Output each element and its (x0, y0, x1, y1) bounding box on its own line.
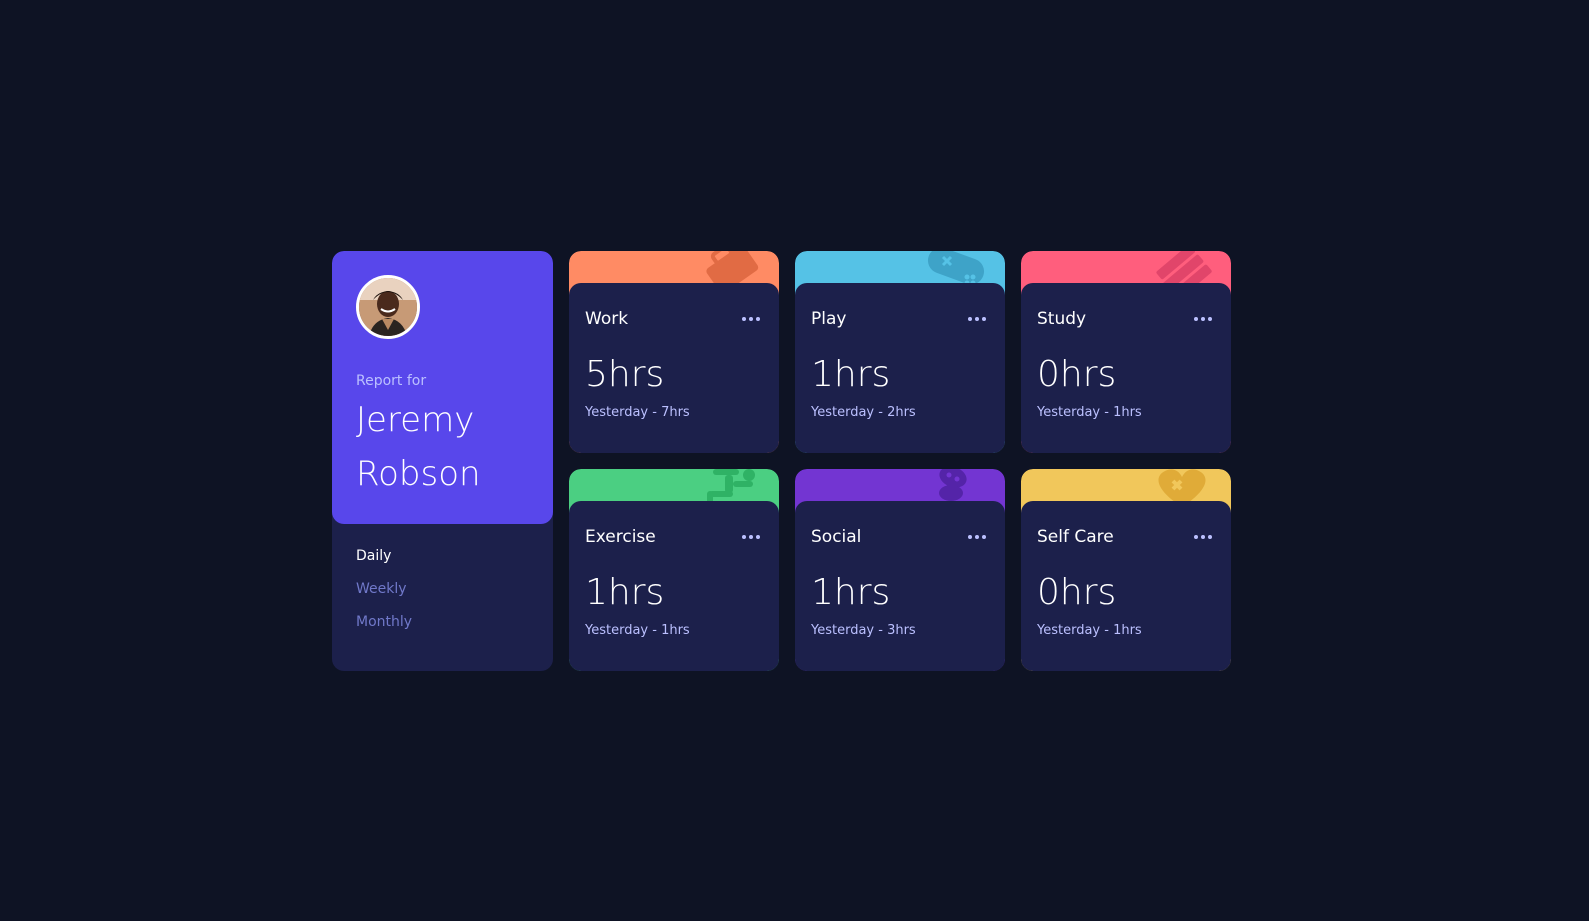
user-name: Jeremy Robson (356, 393, 526, 501)
period-weekly[interactable]: Weekly (356, 581, 529, 597)
card-exercise[interactable]: Exercise 1hrs Yesterday - 1hrs (569, 469, 779, 671)
card-social-body: Social 1hrs Yesterday - 3hrs (795, 501, 1005, 671)
user-first-name: Jeremy (356, 400, 475, 440)
previous-hours: Yesterday - 1hrs (1037, 623, 1142, 638)
report-for-label: Report for (356, 373, 427, 389)
card-exercise-body: Exercise 1hrs Yesterday - 1hrs (569, 501, 779, 671)
previous-hours: Yesterday - 7hrs (585, 405, 690, 420)
previous-hours: Yesterday - 1hrs (1037, 405, 1142, 420)
more-options-button[interactable] (968, 532, 989, 542)
current-hours: 1hrs (585, 572, 665, 613)
more-options-button[interactable] (1194, 532, 1215, 542)
time-tracking-dashboard: Report for Jeremy Robson Daily Weekly Mo… (332, 251, 1233, 671)
more-options-button[interactable] (742, 314, 763, 324)
more-options-button[interactable] (968, 314, 989, 324)
card-study[interactable]: Study 0hrs Yesterday - 1hrs (1021, 251, 1231, 453)
user-last-name: Robson (356, 454, 481, 494)
more-options-button[interactable] (742, 532, 763, 542)
current-hours: 0hrs (1037, 354, 1117, 395)
card-work[interactable]: Work 5hrs Yesterday - 7hrs (569, 251, 779, 453)
card-title: Exercise (585, 527, 656, 547)
card-play-body: Play 1hrs Yesterday - 2hrs (795, 283, 1005, 453)
card-self-care-body: Self Care 0hrs Yesterday - 1hrs (1021, 501, 1231, 671)
card-work-body: Work 5hrs Yesterday - 7hrs (569, 283, 779, 453)
previous-hours: Yesterday - 2hrs (811, 405, 916, 420)
card-social[interactable]: Social 1hrs Yesterday - 3hrs (795, 469, 1005, 671)
previous-hours: Yesterday - 3hrs (811, 623, 916, 638)
more-options-button[interactable] (1194, 314, 1215, 324)
card-title: Self Care (1037, 527, 1114, 547)
period-daily[interactable]: Daily (356, 548, 529, 564)
period-monthly[interactable]: Monthly (356, 614, 529, 630)
period-selector: Daily Weekly Monthly (332, 524, 553, 630)
current-hours: 5hrs (585, 354, 665, 395)
previous-hours: Yesterday - 1hrs (585, 623, 690, 638)
current-hours: 1hrs (811, 354, 891, 395)
card-title: Social (811, 527, 862, 547)
current-hours: 0hrs (1037, 572, 1117, 613)
profile-header: Report for Jeremy Robson (332, 251, 553, 524)
card-title: Study (1037, 309, 1087, 329)
card-play[interactable]: Play 1hrs Yesterday - 2hrs (795, 251, 1005, 453)
card-title: Work (585, 309, 629, 329)
card-title: Play (811, 309, 847, 329)
current-hours: 1hrs (811, 572, 891, 613)
user-avatar (356, 275, 420, 339)
profile-card: Report for Jeremy Robson Daily Weekly Mo… (332, 251, 553, 671)
card-self-care[interactable]: Self Care 0hrs Yesterday - 1hrs (1021, 469, 1231, 671)
card-study-body: Study 0hrs Yesterday - 1hrs (1021, 283, 1231, 453)
